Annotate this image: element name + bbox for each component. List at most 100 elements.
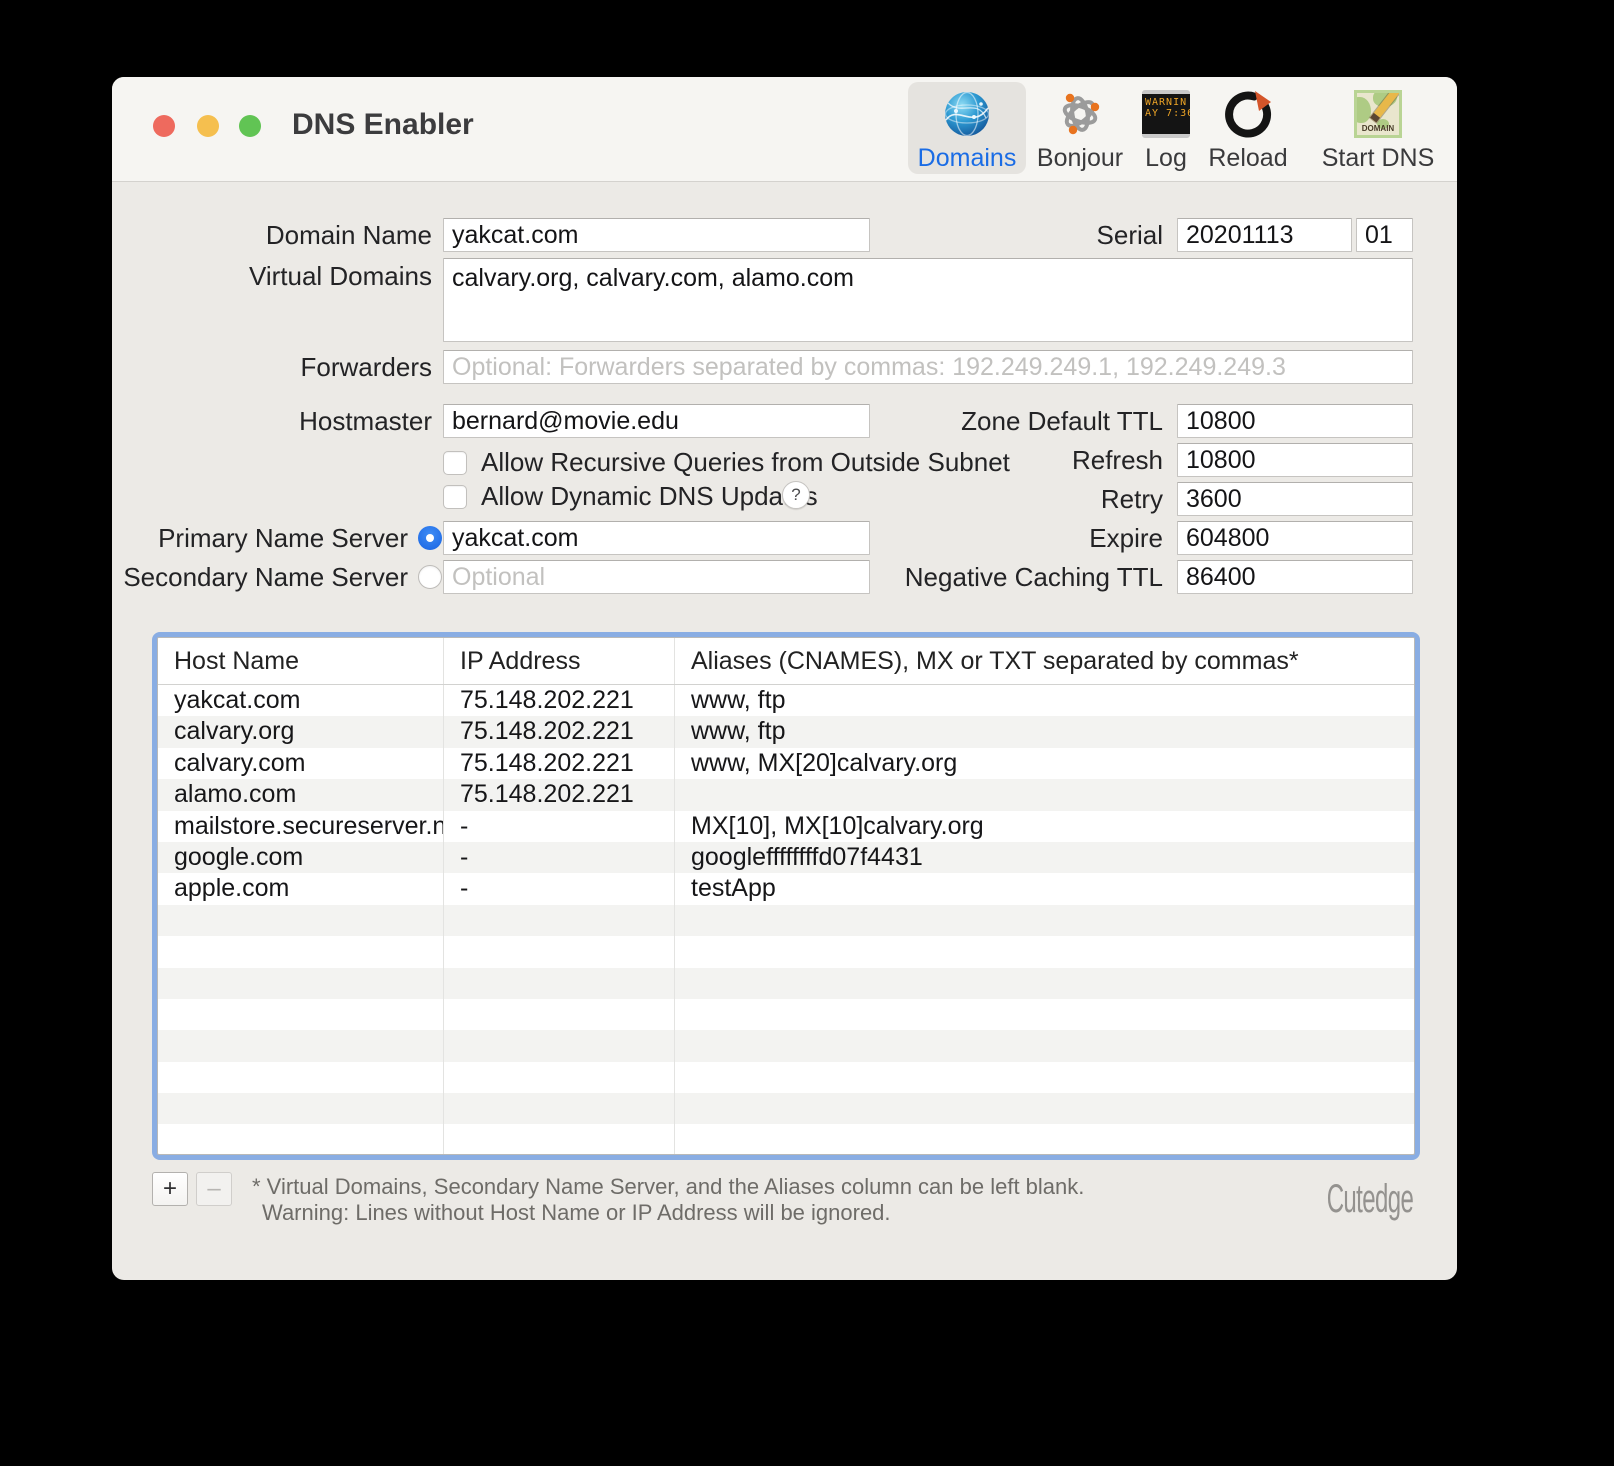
secondary-ns-label: Secondary Name Server <box>112 560 408 594</box>
title-bar: DNS Enabler Domains <box>112 77 1457 182</box>
table-cell: - <box>444 873 675 904</box>
hosts-table[interactable]: Host Name IP Address Aliases (CNAMES), M… <box>157 637 1415 1155</box>
table-cell: - <box>444 842 675 873</box>
hostmaster-input[interactable] <box>443 404 870 438</box>
table-row[interactable]: google.com-googleffffffffd07f4431 <box>158 842 1414 873</box>
forwarders-input[interactable] <box>443 350 1413 384</box>
table-cell <box>675 1030 1414 1061</box>
table-row[interactable] <box>158 905 1414 936</box>
serial-suffix-input[interactable] <box>1356 218 1413 252</box>
primary-ns-label: Primary Name Server <box>112 521 408 555</box>
window-title: DNS Enabler <box>292 108 474 142</box>
table-cell <box>158 905 444 936</box>
footnote-line-1: * Virtual Domains, Secondary Name Server… <box>252 1174 1084 1200</box>
table-cell: MX[10], MX[10]calvary.org <box>675 811 1414 842</box>
table-row[interactable]: mailstore.secureserver.net-MX[10], MX[10… <box>158 811 1414 842</box>
table-row[interactable]: alamo.com75.148.202.221 <box>158 779 1414 810</box>
table-cell: mailstore.secureserver.net <box>158 811 444 842</box>
virtual-domains-textarea[interactable]: calvary.org, calvary.com, alamo.com <box>443 258 1413 342</box>
remove-row-button[interactable]: – <box>196 1172 232 1206</box>
domain-name-input[interactable] <box>443 218 870 252</box>
retry-input[interactable] <box>1177 482 1413 516</box>
help-button[interactable]: ? <box>782 481 810 509</box>
table-row[interactable] <box>158 999 1414 1030</box>
toolbar-label-reload: Reload <box>1208 144 1288 173</box>
table-row[interactable] <box>158 1030 1414 1061</box>
table-cell: www, ftp <box>675 716 1414 747</box>
table-row[interactable]: calvary.org75.148.202.221www, ftp <box>158 716 1414 747</box>
primary-ns-input[interactable] <box>443 521 870 555</box>
table-body: yakcat.com75.148.202.221www, ftpcalvary.… <box>158 685 1414 1155</box>
toolbar-item-domains[interactable]: Domains <box>908 82 1026 174</box>
primary-ns-radio[interactable] <box>418 526 442 550</box>
zone-default-ttl-label: Zone Default TTL <box>812 404 1163 438</box>
hostmaster-label: Hostmaster <box>112 404 432 438</box>
refresh-label: Refresh <box>812 443 1163 477</box>
table-row[interactable]: apple.com-testApp <box>158 873 1414 904</box>
expire-input[interactable] <box>1177 521 1413 555</box>
toolbar-label-domains: Domains <box>908 144 1026 173</box>
led-line-1: WARNIN <box>1142 97 1190 108</box>
table-cell <box>444 1093 675 1124</box>
table-cell <box>675 905 1414 936</box>
table-row[interactable] <box>158 968 1414 999</box>
column-header-ip-address[interactable]: IP Address <box>444 638 675 684</box>
table-cell: 75.148.202.221 <box>444 685 675 716</box>
negative-caching-ttl-label: Negative Caching TTL <box>812 560 1163 594</box>
table-cell <box>675 999 1414 1030</box>
column-header-aliases[interactable]: Aliases (CNAMES), MX or TXT separated by… <box>675 638 1414 684</box>
led-sign-icon: WARNIN AY 7:36 A <box>1142 90 1190 138</box>
domain-name-label: Domain Name <box>112 218 432 252</box>
table-header-row: Host Name IP Address Aliases (CNAMES), M… <box>158 638 1414 685</box>
table-cell <box>158 1062 444 1093</box>
table-cell <box>158 999 444 1030</box>
reload-arrow-icon <box>1224 90 1272 138</box>
table-cell: googleffffffffd07f4431 <box>675 842 1414 873</box>
table-cell: yakcat.com <box>158 685 444 716</box>
table-row[interactable]: calvary.com75.148.202.221www, MX[20]calv… <box>158 748 1414 779</box>
table-cell <box>444 936 675 967</box>
table-cell <box>675 968 1414 999</box>
table-cell <box>444 968 675 999</box>
minimize-button[interactable] <box>197 115 219 137</box>
add-row-button[interactable]: + <box>152 1172 188 1206</box>
toolbar-item-reload[interactable]: Reload <box>1208 82 1288 174</box>
zone-default-ttl-input[interactable] <box>1177 404 1413 438</box>
table-cell: 75.148.202.221 <box>444 716 675 747</box>
table-row[interactable] <box>158 936 1414 967</box>
serial-input[interactable] <box>1177 218 1352 252</box>
toolbar-item-bonjour[interactable]: Bonjour <box>1034 82 1126 174</box>
map-domain-text: DOMAIN <box>1357 124 1399 133</box>
allow-dynamic-checkbox[interactable] <box>443 485 467 509</box>
virtual-domains-label: Virtual Domains <box>112 259 432 293</box>
toolbar-label-start-dns: Start DNS <box>1308 144 1448 173</box>
allow-recursive-checkbox[interactable] <box>443 451 467 475</box>
negative-caching-ttl-input[interactable] <box>1177 560 1413 594</box>
refresh-input[interactable] <box>1177 443 1413 477</box>
table-cell <box>675 779 1414 810</box>
domain-map-icon: DOMAIN <box>1354 90 1402 138</box>
toolbar-item-log[interactable]: WARNIN AY 7:36 A Log <box>1136 82 1196 174</box>
footnote: * Virtual Domains, Secondary Name Server… <box>252 1174 1084 1226</box>
table-cell: 75.148.202.221 <box>444 779 675 810</box>
table-row[interactable] <box>158 1062 1414 1093</box>
secondary-ns-input[interactable] <box>443 560 870 594</box>
allow-dynamic-label: Allow Dynamic DNS Updates <box>481 481 818 512</box>
column-header-host-name[interactable]: Host Name <box>158 638 444 684</box>
forwarders-label: Forwarders <box>112 350 432 384</box>
toolbar-item-start-dns[interactable]: DOMAIN Start DNS <box>1308 82 1448 174</box>
led-line-2: AY 7:36 A <box>1142 108 1190 119</box>
table-cell: www, ftp <box>675 685 1414 716</box>
table-cell <box>675 1093 1414 1124</box>
app-window: DNS Enabler Domains <box>112 77 1457 1280</box>
table-row[interactable]: yakcat.com75.148.202.221www, ftp <box>158 685 1414 716</box>
table-row[interactable] <box>158 1124 1414 1155</box>
table-cell <box>675 1062 1414 1093</box>
table-cell <box>158 968 444 999</box>
zoom-button[interactable] <box>239 115 261 137</box>
serial-label: Serial <box>812 218 1163 252</box>
close-button[interactable] <box>153 115 175 137</box>
secondary-ns-radio[interactable] <box>418 565 442 589</box>
table-cell: calvary.org <box>158 716 444 747</box>
table-row[interactable] <box>158 1093 1414 1124</box>
